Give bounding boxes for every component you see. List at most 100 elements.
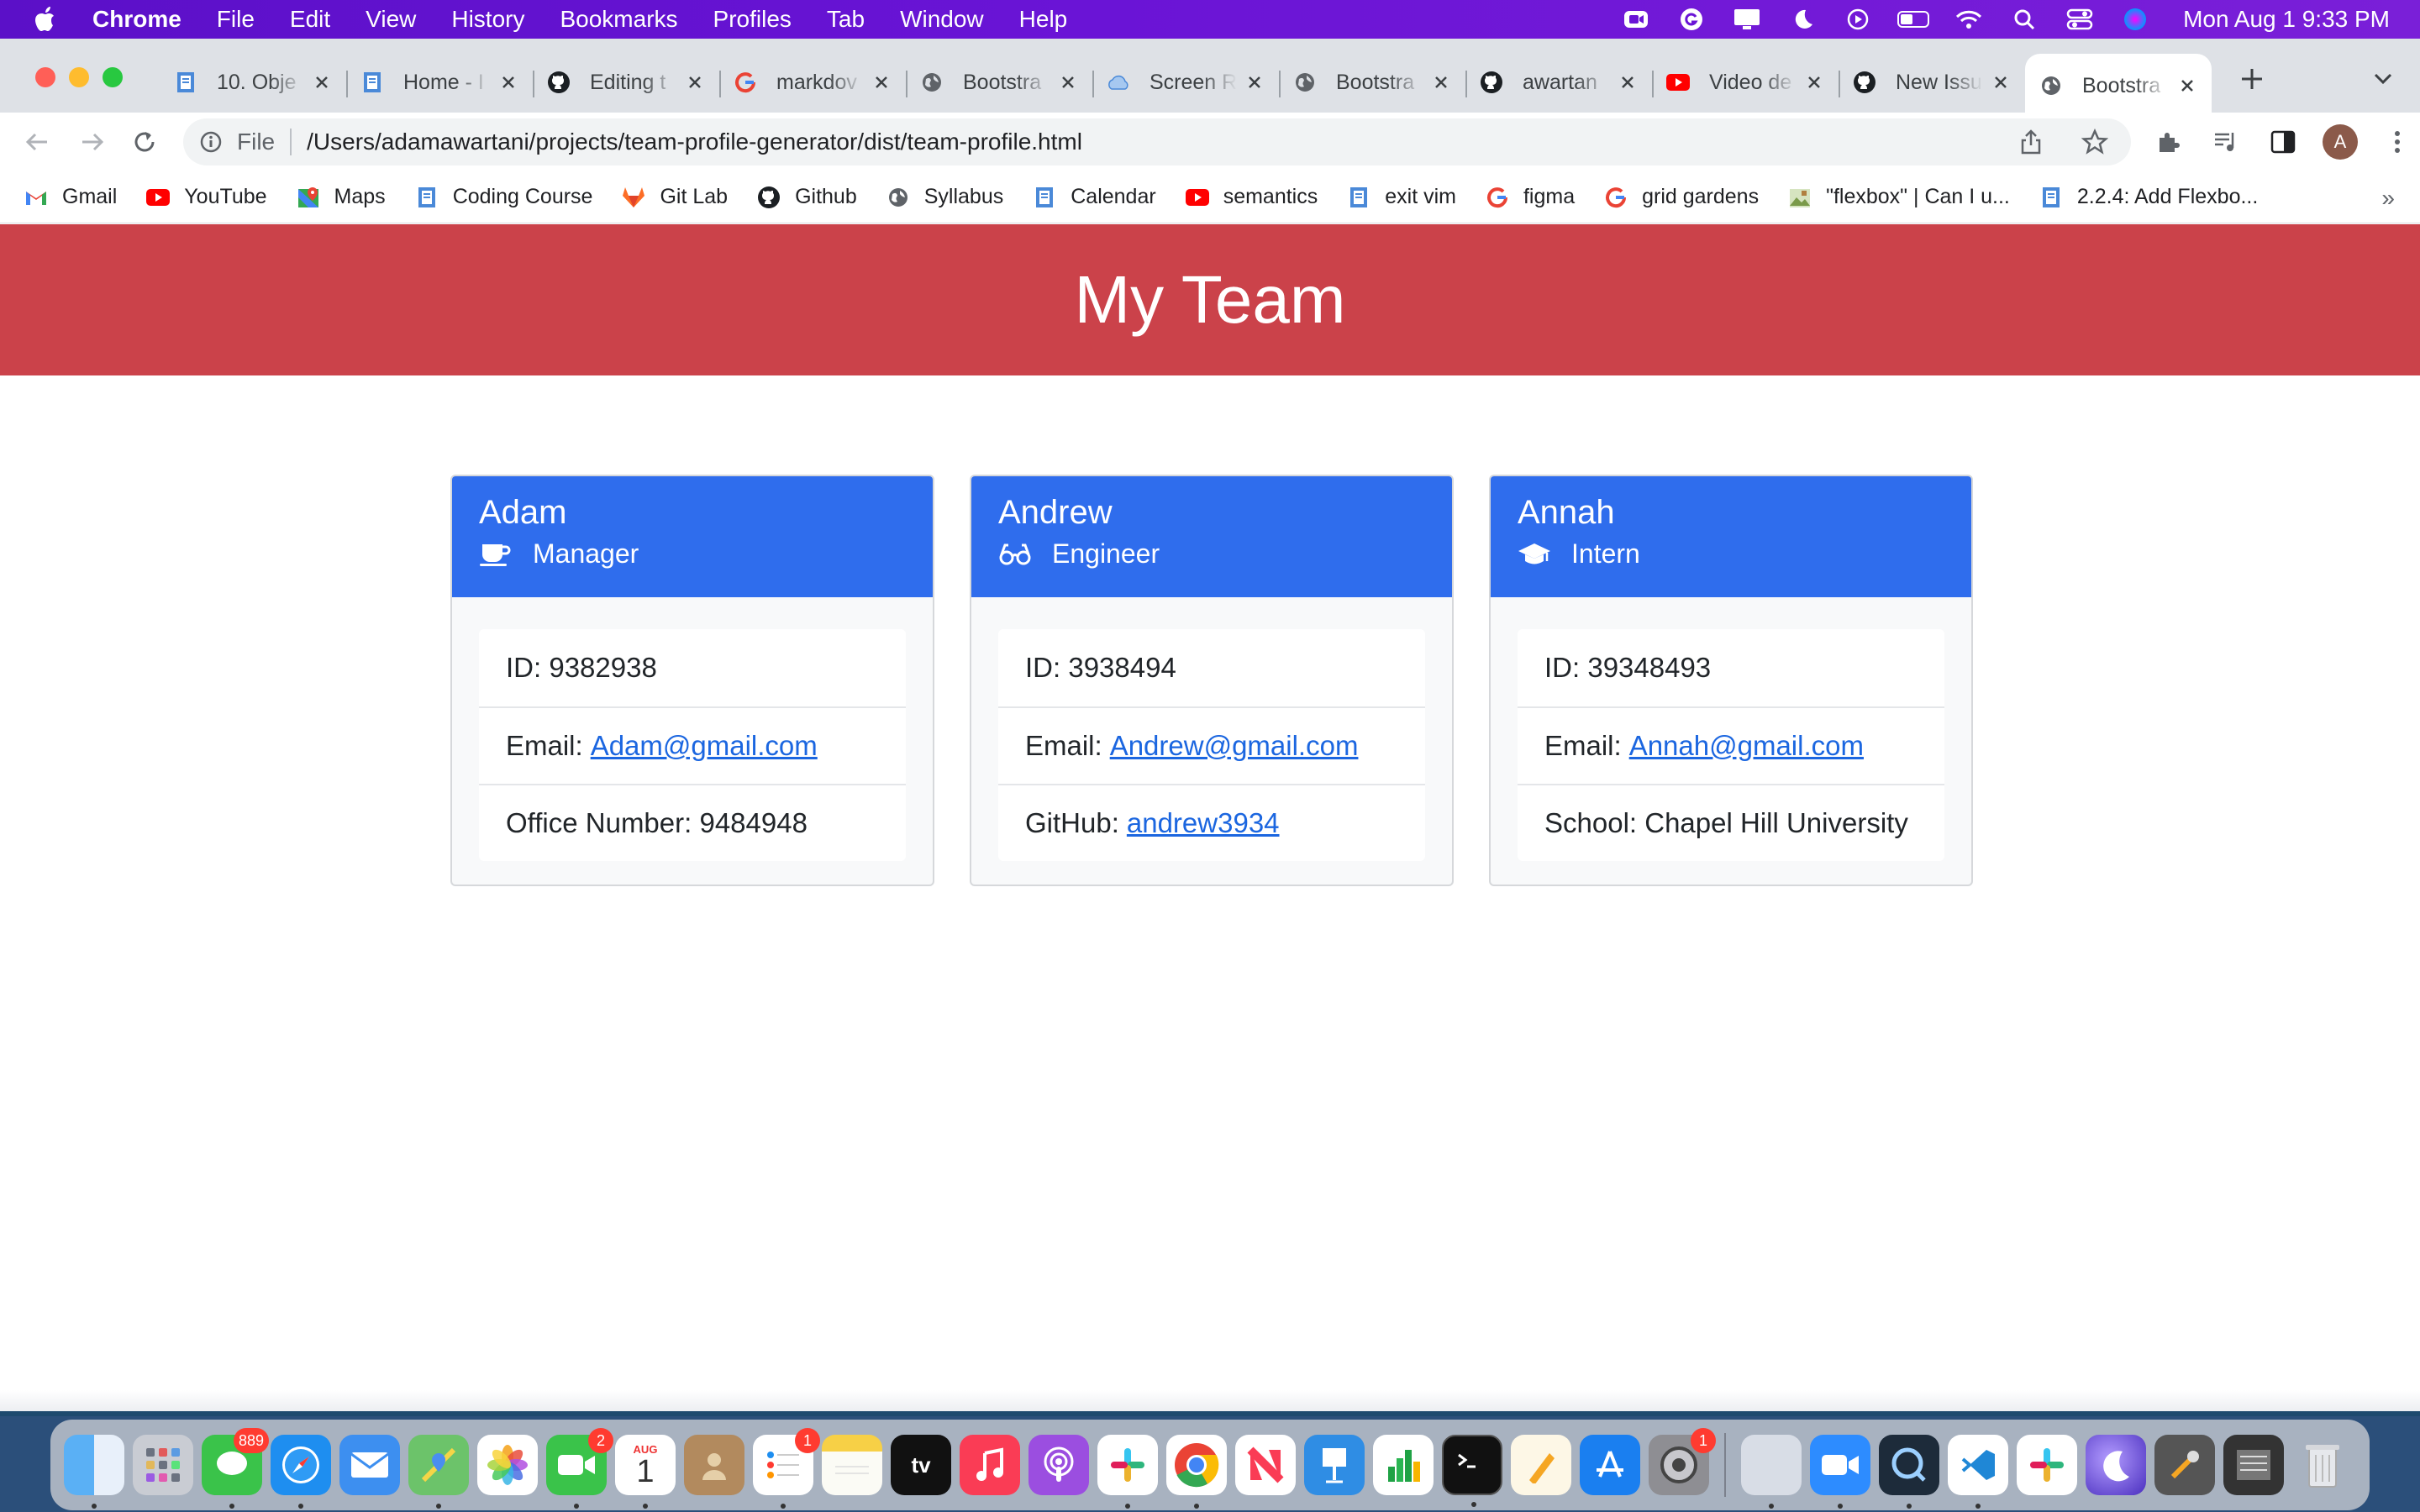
close-icon[interactable] <box>1990 71 2012 93</box>
browser-tab[interactable]: Home - I <box>346 57 533 108</box>
zoom-icon[interactable] <box>1810 1435 1870 1509</box>
browser-tab[interactable]: Editing t <box>533 57 719 108</box>
apple-menu-icon[interactable] <box>32 5 60 34</box>
reminders-icon[interactable]: 1 <box>753 1428 820 1509</box>
safari-icon[interactable] <box>271 1435 331 1509</box>
night-owl-icon[interactable] <box>2086 1435 2146 1495</box>
control-center-icon[interactable] <box>2064 7 2096 32</box>
bookmark-flexbox-caniuse[interactable]: "flexbox" | Can I u... <box>1787 185 2010 210</box>
forward-arrow-icon[interactable] <box>76 125 109 159</box>
maps-icon[interactable] <box>408 1435 469 1509</box>
quicktime-icon[interactable] <box>1879 1435 1939 1509</box>
siri-icon[interactable] <box>2119 7 2151 32</box>
system-preferences-icon[interactable]: 1 <box>1649 1428 1716 1495</box>
slack-icon[interactable] <box>1097 1435 1158 1509</box>
back-arrow-icon[interactable] <box>20 125 54 159</box>
window-zoom-button[interactable] <box>103 67 123 87</box>
news-icon[interactable] <box>1235 1435 1296 1495</box>
bookmark-youtube[interactable]: YouTube <box>145 185 267 210</box>
window-close-button[interactable] <box>35 67 55 87</box>
browser-tab[interactable]: 10. Obje <box>160 57 346 108</box>
wifi-icon[interactable] <box>1953 7 1985 32</box>
close-icon[interactable] <box>871 71 892 93</box>
photos-icon[interactable] <box>477 1435 538 1495</box>
facetime-icon[interactable]: 2 <box>546 1428 613 1509</box>
close-icon[interactable] <box>1244 71 1265 93</box>
email-link[interactable]: Annah@gmail.com <box>1629 730 1864 762</box>
bookmark-coding-course[interactable]: Coding Course <box>414 185 592 210</box>
play-circle-icon[interactable] <box>1842 7 1874 32</box>
screenshot-folder-icon[interactable] <box>1741 1435 1802 1509</box>
window-minimize-button[interactable] <box>69 67 89 87</box>
launchpad-icon[interactable] <box>133 1435 193 1495</box>
bookmark-gmail[interactable]: Gmail <box>24 185 117 210</box>
podcasts-icon[interactable] <box>1028 1435 1089 1495</box>
menu-app-name[interactable]: Chrome <box>92 6 182 33</box>
close-icon[interactable] <box>1617 71 1639 93</box>
browser-tab[interactable]: Screen R <box>1092 57 1279 108</box>
spotlight-search-icon[interactable] <box>2008 7 2040 32</box>
close-icon[interactable] <box>2176 75 2198 97</box>
bookmark-github[interactable]: Github <box>756 185 857 210</box>
browser-tab-active[interactable]: Bootstra <box>2025 54 2212 113</box>
menu-history[interactable]: History <box>451 6 524 33</box>
contacts-icon[interactable] <box>684 1435 744 1495</box>
app-store-icon[interactable] <box>1580 1435 1640 1495</box>
bookmark-add-flexbox[interactable]: 2.2.4: Add Flexbo... <box>2039 185 2258 210</box>
bookmark-figma[interactable]: figma <box>1485 185 1575 210</box>
browser-tab[interactable]: markdov <box>719 57 906 108</box>
close-icon[interactable] <box>1057 71 1079 93</box>
browser-tab[interactable]: Video de <box>1652 57 1839 108</box>
github-link[interactable]: andrew3934 <box>1127 807 1280 839</box>
battery-icon[interactable] <box>1897 7 1930 32</box>
zoom-status-icon[interactable] <box>1620 7 1652 32</box>
bookmark-exit-vim[interactable]: exit vim <box>1346 185 1456 210</box>
chrome-icon[interactable] <box>1166 1435 1227 1509</box>
messages-icon[interactable]: 889 <box>202 1428 269 1509</box>
extensions-puzzle-icon[interactable] <box>2151 124 2186 160</box>
kebab-menu-icon[interactable] <box>2380 124 2415 160</box>
close-icon[interactable] <box>684 71 706 93</box>
browser-tab[interactable]: Bootstra <box>1279 57 1465 108</box>
terminal-icon[interactable] <box>1442 1435 1502 1507</box>
utilities-tools-icon[interactable] <box>2154 1435 2215 1495</box>
browser-tab[interactable]: awartan <box>1465 57 1652 108</box>
address-bar[interactable]: File /Users/adamawartani/projects/team-p… <box>183 118 2131 165</box>
bookmark-grid-gardens[interactable]: grid gardens <box>1603 185 1759 210</box>
close-icon[interactable] <box>1430 71 1452 93</box>
bookmark-star-icon[interactable] <box>2077 124 2112 160</box>
share-icon[interactable] <box>2013 124 2049 160</box>
apple-tv-icon[interactable]: tv <box>891 1435 951 1495</box>
tab-search-chevron-icon[interactable] <box>2368 64 2398 94</box>
close-icon[interactable] <box>1803 71 1825 93</box>
pages-icon[interactable] <box>1511 1435 1571 1495</box>
menu-profiles[interactable]: Profiles <box>713 6 792 33</box>
notes-icon[interactable] <box>822 1435 882 1495</box>
reload-icon[interactable] <box>128 125 161 159</box>
bookmark-calendar[interactable]: Calendar <box>1032 185 1156 210</box>
display-icon[interactable] <box>1731 7 1763 32</box>
browser-tab[interactable]: New Issu <box>1839 57 2025 108</box>
bookmark-syllabus[interactable]: Syllabus <box>886 185 1003 210</box>
email-link[interactable]: Andrew@gmail.com <box>1110 730 1359 762</box>
menu-view[interactable]: View <box>366 6 416 33</box>
downloads-folder-icon[interactable] <box>2223 1435 2284 1495</box>
site-info-icon[interactable] <box>197 128 225 156</box>
menu-bookmarks[interactable]: Bookmarks <box>560 6 677 33</box>
numbers-icon[interactable] <box>1373 1435 1434 1495</box>
menu-help[interactable]: Help <box>1019 6 1068 33</box>
menubar-clock[interactable]: Mon Aug 1 9:33 PM <box>2183 6 2390 33</box>
profile-avatar[interactable]: A <box>2323 124 2358 160</box>
bookmarks-overflow-button[interactable]: » <box>2381 185 2395 212</box>
bookmark-semantics[interactable]: semantics <box>1185 185 1318 210</box>
menu-file[interactable]: File <box>217 6 255 33</box>
media-queue-icon[interactable] <box>2208 124 2244 160</box>
menu-tab[interactable]: Tab <box>827 6 865 33</box>
moon-icon[interactable] <box>1786 7 1818 32</box>
browser-tab[interactable]: Bootstra <box>906 57 1092 108</box>
menu-window[interactable]: Window <box>900 6 984 33</box>
side-panel-icon[interactable] <box>2265 124 2301 160</box>
bookmark-maps[interactable]: Maps <box>296 185 386 210</box>
grammarly-icon[interactable] <box>1676 7 1707 32</box>
music-icon[interactable] <box>960 1435 1020 1495</box>
